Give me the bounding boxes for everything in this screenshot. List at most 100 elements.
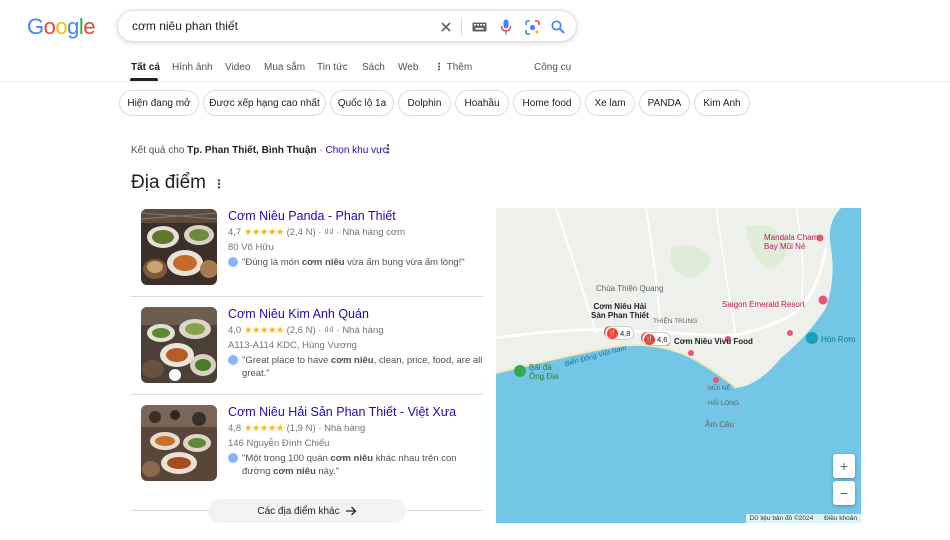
- place-price: ₫₫: [324, 227, 334, 238]
- logo-letter: e: [83, 14, 96, 39]
- tab-more[interactable]: ⋮ Thêm: [434, 62, 472, 73]
- tab-web[interactable]: Web: [398, 62, 418, 73]
- zoom-in-button[interactable]: +: [833, 454, 855, 478]
- tab-all[interactable]: Tất cả: [131, 62, 160, 73]
- more-places-button[interactable]: Các địa điểm khác: [208, 499, 406, 523]
- tab-shopping[interactable]: Mua sắm: [264, 62, 305, 73]
- map-pin-rating[interactable]: 🍴 4,8: [605, 326, 635, 340]
- pin-rating: 4,8: [620, 328, 631, 338]
- review-text: "Đúng là món: [242, 257, 302, 268]
- place-review-snippet: "Great place to have cơm niêu, clean, pr…: [228, 354, 483, 380]
- chip-home-food[interactable]: Home food: [513, 90, 581, 116]
- place-price: ₫₫: [324, 325, 334, 336]
- place-name[interactable]: Cơm Niêu Panda - Phan Thiết: [228, 209, 396, 223]
- logo-letter: g: [67, 14, 79, 39]
- place-address: 80 Võ Hữu: [228, 242, 274, 253]
- search-input[interactable]: cơm niêu phan thiết: [132, 19, 238, 33]
- map-label-restaurant: Cơm Niêu Hải Sản Phan Thiết: [591, 302, 649, 320]
- logo-letter: o: [55, 14, 68, 39]
- restaurant-pin-icon: 🍴: [607, 327, 618, 339]
- place-rating: 4,7: [228, 227, 242, 238]
- review-highlight: cơm niêu: [330, 453, 374, 464]
- map-label-resort: Saigon Emerald Resort: [722, 300, 805, 309]
- reviewer-avatar: [228, 453, 238, 463]
- map-label-hon-rom: Hòn Rơm: [821, 335, 856, 344]
- place-result[interactable]: Cơm Niêu Hải Sản Phan Thiết - Việt Xưa 4…: [131, 405, 483, 493]
- place-photo[interactable]: [141, 405, 217, 481]
- more-places-label: Các địa điểm khác: [257, 505, 340, 517]
- place-photo[interactable]: [141, 307, 217, 383]
- search-icon[interactable]: [548, 17, 568, 37]
- tools-button[interactable]: Công cụ: [534, 62, 571, 73]
- map-label-district: MŨI NÉ: [708, 385, 731, 392]
- change-location-link[interactable]: Chọn khu vực: [325, 145, 387, 156]
- search-tabs: Tất cả Hình ảnh Video Mua sắm Tin tức Sá…: [0, 58, 950, 82]
- review-text: vừa ấm bụng vừa ấm lòng!": [344, 257, 465, 268]
- review-highlight: cơm niêu: [301, 257, 345, 268]
- divider: [131, 296, 483, 297]
- chip-hoahau[interactable]: Hoahầu: [455, 90, 509, 116]
- chip-dolphin[interactable]: Dolphin: [398, 90, 451, 116]
- place-category: Nhà hàng: [342, 325, 384, 336]
- logo-letter: G: [27, 14, 44, 39]
- map-terms-link[interactable]: Điều khoản: [824, 515, 857, 522]
- active-tab-indicator: [130, 78, 158, 81]
- search-divider: [461, 18, 462, 36]
- place-meta: 4,8 ★★★★★ (1,9 N) · Nhà hàng: [228, 423, 366, 434]
- place-meta: 4,0 ★★★★★ (2,6 N) · ₫₫ · Nhà hàng: [228, 325, 384, 336]
- reviewer-avatar: [228, 257, 238, 267]
- map-label-mandala: Mandala Cham Bay Mũi Né: [764, 233, 818, 251]
- tab-video[interactable]: Video: [225, 62, 250, 73]
- chip-xe-lam[interactable]: Xe lam: [585, 90, 635, 116]
- place-result[interactable]: Cơm Niêu Panda - Phan Thiết 4,7 ★★★★★ (2…: [131, 209, 483, 297]
- clear-icon[interactable]: [436, 17, 456, 37]
- review-text: này.": [315, 466, 340, 477]
- tab-images[interactable]: Hình ảnh: [172, 62, 213, 73]
- review-highlight: cơm niêu: [273, 466, 316, 477]
- rating-stars: ★★★★★: [243, 423, 285, 434]
- map[interactable]: Mandala Cham Bay Mũi Né Chùa Thiện Quang…: [496, 208, 861, 523]
- location-prefix: Kết quả cho: [131, 145, 185, 156]
- map-label-district: HẢI LONG: [708, 400, 740, 407]
- place-result[interactable]: Cơm Niêu Kim Anh Quán 4,0 ★★★★★ (2,6 N) …: [131, 307, 483, 395]
- tab-news[interactable]: Tin tức: [317, 62, 348, 73]
- map-pin-rating[interactable]: 🍴 4,6: [642, 332, 672, 346]
- places-options-icon[interactable]: ⋮: [213, 178, 225, 190]
- place-name[interactable]: Cơm Niêu Hải Sản Phan Thiết - Việt Xưa: [228, 405, 456, 419]
- review-text: "Great place to have: [242, 355, 331, 366]
- place-meta: 4,7 ★★★★★ (2,4 N) · ₫₫ · Nhà hàng cơm: [228, 227, 406, 238]
- map-label-restaurant: Cơm Niêu Vivu Food: [674, 337, 753, 346]
- chip-panda[interactable]: PANDA: [639, 90, 690, 116]
- google-logo[interactable]: Google: [27, 14, 96, 40]
- lens-icon[interactable]: [522, 17, 542, 37]
- place-reviews: (2,4 N): [286, 227, 316, 238]
- place-photo[interactable]: [141, 209, 217, 285]
- divider: [131, 394, 483, 395]
- place-rating: 4,0: [228, 325, 242, 336]
- map-label-beach: Bãi đá Ông Địa: [529, 363, 559, 381]
- review-text: "Một trong 100 quán: [242, 453, 331, 464]
- tab-more-label: Thêm: [446, 62, 473, 73]
- tab-books[interactable]: Sách: [362, 62, 385, 73]
- map-data-credit: Dữ liệu bản đồ ©2024: [749, 515, 814, 522]
- location-options-icon[interactable]: ⋮: [382, 143, 394, 155]
- chip-open-now[interactable]: Hiện đang mở: [119, 90, 199, 116]
- chip-kim-anh[interactable]: Kim Anh: [694, 90, 750, 116]
- chip-top-rated[interactable]: Được xếp hạng cao nhất: [203, 90, 326, 116]
- chip-ql1a[interactable]: Quốc lộ 1a: [330, 90, 394, 116]
- map-label-district: THIỆN TRUNG: [653, 318, 698, 325]
- map-label-pagoda: Chùa Thiện Quang: [596, 284, 664, 293]
- review-highlight: cơm niêu: [330, 355, 374, 366]
- place-name[interactable]: Cơm Niêu Kim Anh Quán: [228, 307, 369, 321]
- restaurant-pin-icon: 🍴: [644, 333, 655, 345]
- map-label-am-cau: Âm Câu: [705, 420, 734, 429]
- place-review-snippet: "Một trong 100 quán cơm niêu khác nhau t…: [228, 452, 483, 478]
- more-kebab-icon: ⋮: [434, 62, 444, 73]
- place-category: Nhà hàng: [324, 423, 366, 434]
- zoom-out-button[interactable]: −: [833, 481, 855, 505]
- search-box[interactable]: cơm niêu phan thiết: [117, 10, 577, 42]
- pin-rating: 4,6: [657, 334, 668, 344]
- location-line: Kết quả cho Tp. Phan Thiết, Bình Thuận ·…: [131, 145, 388, 156]
- microphone-icon[interactable]: [496, 17, 516, 37]
- keyboard-icon[interactable]: [469, 17, 489, 37]
